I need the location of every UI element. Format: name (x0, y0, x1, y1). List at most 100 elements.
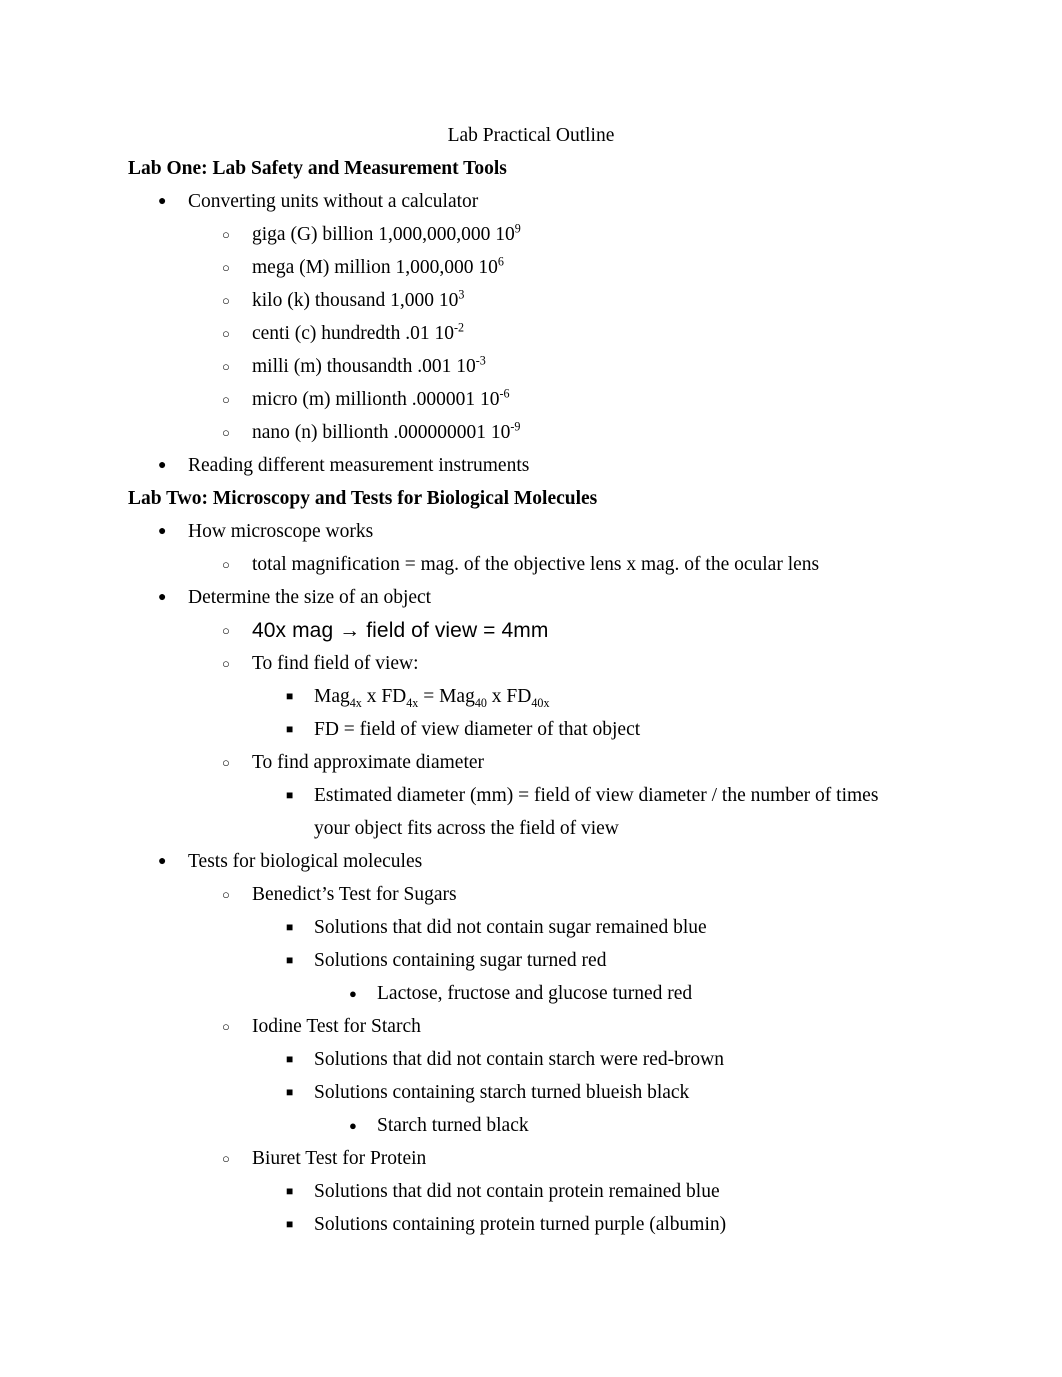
outline-item-level-3: ■ Solutions that did not contain sugar re… (0, 911, 1062, 944)
superscript: -9 (510, 419, 521, 434)
bullet-level-1-icon: ● (158, 854, 167, 869)
section-heading: Lab Two: Microscopy and Tests for Biolog… (128, 488, 598, 509)
outline-item-text: centi (c) hundredth .01 10-2 (252, 320, 465, 344)
subscript: 4x (406, 695, 419, 710)
document-page: Lab Practical Outline Lab One: Lab Safet… (0, 0, 1062, 1377)
outline-item-level-4: ● Starch turned black (0, 1109, 1062, 1142)
subscript: 40 (474, 695, 487, 710)
outline-item-text: Starch turned black (377, 1115, 529, 1136)
superscript: 6 (497, 254, 504, 269)
outline-item-text: Solutions that did not contain protein r… (314, 1181, 720, 1202)
outline-item-level-3: ■ Solutions containing sugar turned red (0, 944, 1062, 977)
outline-item-text: mega (M) million 1,000,000 106 (252, 254, 504, 278)
outline-item-level-2: ○ Biuret Test for Protein (0, 1142, 1062, 1175)
outline-item-level-2: ○ Iodine Test for Starch (0, 1010, 1062, 1043)
superscript: 3 (458, 287, 465, 302)
outline-item-text: nano (n) billionth .000000001 10-9 (252, 419, 521, 443)
outline-item-level-2: ○ micro (m) millionth .000001 10-6 (0, 383, 1062, 416)
outline-item-level-2: ○ To find approximate diameter (0, 746, 1062, 779)
bullet-level-3-icon: ■ (286, 1085, 294, 1099)
outline-item-text: Biuret Test for Protein (252, 1148, 427, 1169)
bullet-level-4-icon: ● (349, 986, 357, 1001)
bullet-level-2-icon: ○ (222, 425, 230, 440)
outline-item-text: kilo (k) thousand 1,000 103 (252, 287, 465, 311)
bullet-level-2-icon: ○ (222, 1151, 230, 1166)
outline-item-text: total magnification = mag. of the object… (252, 554, 820, 575)
outline-item-text: Estimated diameter (mm) = field of view … (314, 785, 879, 839)
outline-item-text: Solutions that did not contain starch we… (314, 1049, 724, 1070)
bullet-level-3-icon: ■ (286, 722, 294, 736)
superscript: -3 (475, 353, 486, 368)
outline-item-level-1: ● Determine the size of an object (0, 581, 1062, 614)
outline-item-text: Reading different measurement instrument… (188, 455, 530, 476)
outline-item-level-3: ■ Mag4x x FD4x = Mag40 x FD40x (0, 680, 1062, 713)
outline-item-level-3: ■ FD = field of view diameter of that obj… (0, 713, 1062, 746)
bullet-level-3-icon: ■ (286, 1217, 294, 1231)
outline-item-level-3: ■ Estimated diameter (mm) = field of view… (0, 779, 1062, 845)
subscript: 4x (349, 695, 362, 710)
outline-item-level-3: ■ Solutions that did not contain protein … (0, 1175, 1062, 1208)
bullet-level-2-icon: ○ (222, 623, 230, 638)
outline-item-text: Solutions containing starch turned bluei… (314, 1082, 690, 1103)
outline-item-text: Tests for biological molecules (188, 851, 423, 872)
section-heading: Lab One: Lab Safety and Measurement Tool… (128, 158, 507, 179)
bullet-level-2-icon: ○ (222, 557, 230, 572)
outline-item-text: Lactose, fructose and glucose turned red (377, 983, 693, 1004)
outline-item-level-1: ● Tests for biological molecules (0, 845, 1062, 878)
bullet-level-3-icon: ■ (286, 1052, 294, 1066)
subscript: 40x (531, 695, 550, 710)
superscript: -2 (453, 320, 465, 335)
bullet-level-3-icon: ■ (286, 953, 294, 967)
bullet-level-2-icon: ○ (222, 656, 230, 671)
outline-item-text: micro (m) millionth .000001 10-6 (252, 386, 510, 410)
outline-item-text: Solutions containing sugar turned red (314, 950, 607, 971)
outline-item-text: How microscope works (188, 521, 374, 542)
bullet-level-2-icon: ○ (222, 227, 230, 242)
outline-item-level-2: ○ mega (M) million 1,000,000 106 (0, 251, 1062, 284)
outline-item-text: giga (G) billion 1,000,000,000 109 (252, 221, 521, 245)
superscript: -6 (499, 386, 510, 401)
outline-item-level-3: ■ Solutions that did not contain starch w… (0, 1043, 1062, 1076)
bullet-level-3-icon: ■ (286, 920, 294, 934)
outline-item-level-2: ○ centi (c) hundredth .01 10-2 (0, 317, 1062, 350)
outline-item-text: Mag4x x FD4x = Mag40 x FD40x (314, 686, 550, 710)
outline-item-text: Iodine Test for Starch (252, 1016, 421, 1037)
bullet-level-4-icon: ● (349, 1118, 357, 1133)
bullet-level-2-icon: ○ (222, 326, 230, 341)
document-body: Lab One: Lab Safety and Measurement Tool… (0, 152, 1062, 1241)
outline-item-text: To find approximate diameter (252, 752, 485, 773)
outline-item-level-4: ● Lactose, fructose and glucose turned re… (0, 977, 1062, 1010)
bullet-level-2-icon: ○ (222, 392, 230, 407)
bullet-level-2-icon: ○ (222, 293, 230, 308)
bullet-level-2-icon: ○ (222, 260, 230, 275)
outline-item-level-2: ○ 40x mag → field of view = 4mm (0, 614, 1062, 647)
bullet-level-1-icon: ● (158, 590, 167, 605)
outline-item-level-1: ● Reading different measurement instrumen… (0, 449, 1062, 482)
outline-item-level-2: ○ To find field of view: (0, 647, 1062, 680)
outline-item-text: Solutions containing protein turned purp… (314, 1214, 727, 1235)
outline-item-level-2: ○ giga (G) billion 1,000,000,000 109 (0, 218, 1062, 251)
outline-item-text: Benedict’s Test for Sugars (252, 884, 457, 905)
outline-item-level-2: ○ nano (n) billionth .000000001 10-9 (0, 416, 1062, 449)
outline-item-text: FD = field of view diameter of that obje… (314, 719, 641, 740)
outline-item-level-1: ● Converting units without a calculator (0, 185, 1062, 218)
outline-item-text: 40x mag → field of view = 4mm (252, 619, 549, 642)
outline-item-text: Determine the size of an object (188, 587, 432, 608)
outline-item-level-1: ● How microscope works (0, 515, 1062, 548)
bullet-level-3-icon: ■ (286, 788, 294, 802)
outline-item-text: Solutions that did not contain sugar rem… (314, 917, 707, 938)
bullet-level-2-icon: ○ (222, 1019, 230, 1034)
outline-item-level-3: ■ Solutions containing starch turned blue… (0, 1076, 1062, 1109)
outline-item-level-2: ○ Benedict’s Test for Sugars (0, 878, 1062, 911)
outline-item-text: Converting units without a calculator (188, 191, 479, 212)
outline-item-level-2: ○ milli (m) thousandth .001 10-3 (0, 350, 1062, 383)
outline-item-text: milli (m) thousandth .001 10-3 (252, 353, 486, 377)
outline-item-level-3: ■ Solutions containing protein turned pur… (0, 1208, 1062, 1241)
bullet-level-1-icon: ● (158, 524, 167, 539)
bullet-level-2-icon: ○ (222, 755, 230, 770)
bullet-level-1-icon: ● (158, 458, 167, 473)
bullet-level-2-icon: ○ (222, 887, 230, 902)
bullet-level-3-icon: ■ (286, 689, 294, 703)
bullet-level-3-icon: ■ (286, 1184, 294, 1198)
page-title: Lab Practical Outline (447, 125, 615, 146)
